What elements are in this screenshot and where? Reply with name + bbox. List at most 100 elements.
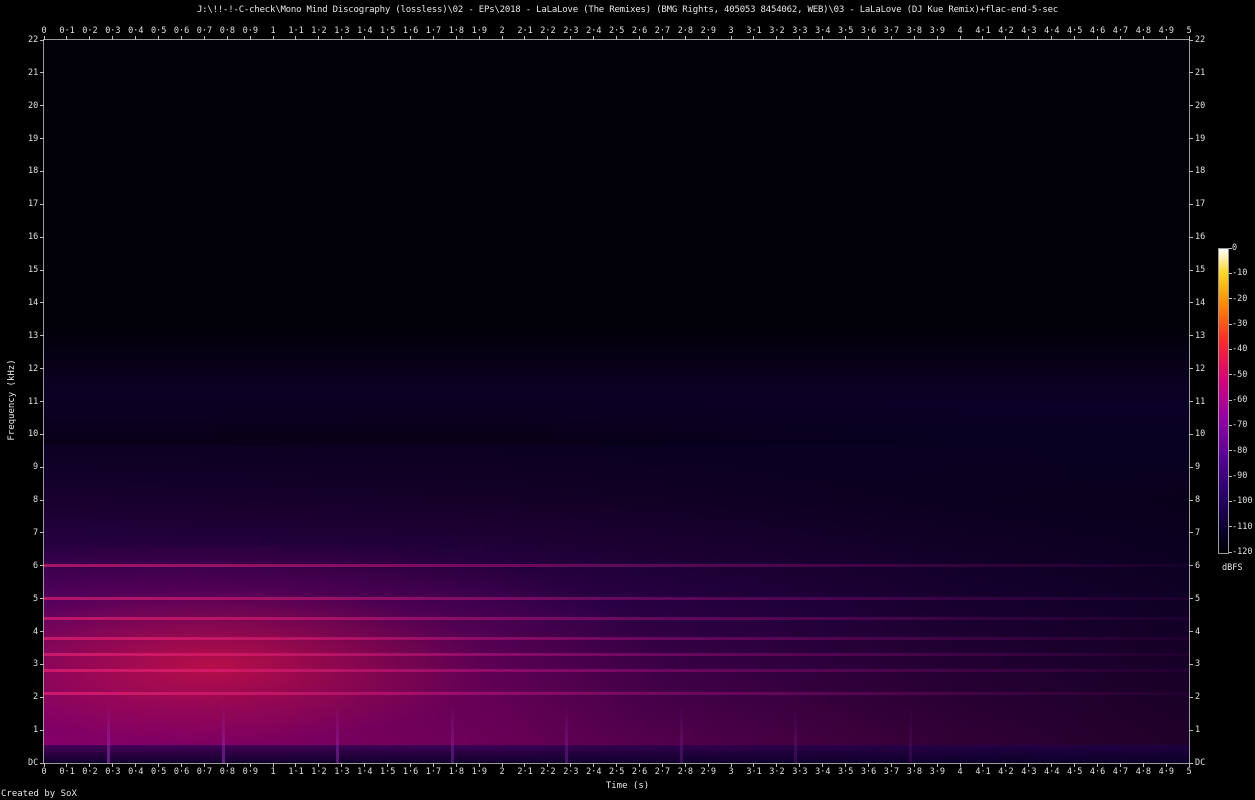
y-tick-mark — [1189, 368, 1193, 370]
transient-mark — [336, 705, 340, 763]
x-tick-label: 1·9 — [471, 767, 487, 777]
x-tick-label: 4·8 — [1135, 26, 1152, 36]
y-tick-label: 22 — [1195, 35, 1206, 45]
x-tick-label: 5 — [1186, 767, 1192, 777]
x-tick-label: 4·9 — [1158, 767, 1174, 777]
harmonic-band — [44, 597, 1189, 601]
y-tick-label: 12 — [1195, 363, 1206, 374]
y-tick-label: DC — [28, 758, 39, 768]
x-tick-label: 1·4 — [357, 26, 373, 36]
y-tick-mark — [40, 532, 44, 534]
x-tick-mark — [1142, 36, 1144, 40]
x-tick-label: 4·6 — [1089, 26, 1106, 36]
y-tick-label: 19 — [1195, 133, 1206, 144]
x-tick-label: 2·7 — [654, 767, 671, 777]
x-tick-mark — [982, 36, 984, 40]
x-tick-mark — [501, 36, 503, 40]
y-tick-mark — [1189, 138, 1193, 140]
y-tick-mark — [40, 565, 44, 567]
y-tick-mark — [1189, 466, 1193, 468]
y-tick-mark — [1189, 236, 1193, 238]
y-tick-label: 5 — [33, 593, 39, 604]
x-axis-label: Time (s) — [605, 781, 650, 791]
y-tick-mark — [40, 203, 44, 205]
transient-mark — [565, 705, 569, 763]
y-tick-mark — [1189, 433, 1193, 435]
y-tick-label: 16 — [1195, 232, 1206, 243]
y-tick-mark — [40, 433, 44, 435]
y-tick-label: 12 — [28, 363, 39, 374]
x-tick-mark — [341, 36, 343, 40]
x-tick-label: 3·1 — [746, 767, 762, 777]
x-tick-label: 2·4 — [586, 26, 602, 36]
x-tick-label: 4·5 — [1067, 767, 1083, 777]
colorbar-tick-label: 0 — [1232, 243, 1238, 253]
x-tick-mark — [776, 36, 778, 40]
dc-dark-strip — [44, 744, 1189, 763]
transient-mark — [107, 705, 111, 763]
x-tick-label: 3·6 — [860, 767, 877, 777]
y-tick-mark — [1189, 39, 1193, 41]
y-tick-mark — [40, 269, 44, 271]
x-tick-label: 0·6 — [173, 767, 190, 777]
x-tick-label: 2·1 — [517, 26, 533, 36]
x-tick-label: 2·5 — [609, 767, 625, 777]
x-tick-mark — [1165, 36, 1167, 40]
transient-mark — [450, 705, 454, 763]
y-tick-label: 7 — [1195, 527, 1201, 538]
transient-mark — [908, 705, 912, 763]
x-tick-label: 2·5 — [609, 26, 625, 36]
y-tick-label: 18 — [1195, 166, 1206, 177]
colorbar-tick-label: -110 — [1232, 521, 1253, 532]
y-tick-mark — [1189, 335, 1193, 337]
x-tick-label: 0·1 — [59, 26, 75, 36]
x-tick-label: 3 — [728, 26, 734, 36]
x-tick-label: 0·6 — [173, 26, 190, 36]
x-tick-label: 4·9 — [1158, 26, 1174, 36]
y-tick-label: 8 — [33, 495, 39, 506]
x-tick-label: 2·8 — [677, 767, 694, 777]
x-tick-label: 4·7 — [1112, 26, 1129, 36]
x-tick-label: 0·8 — [219, 767, 236, 777]
colorbar-tick-label: -60 — [1232, 395, 1248, 405]
x-tick-mark — [455, 36, 457, 40]
y-tick-mark — [40, 39, 44, 41]
y-axis-label: Frequency (kHz) — [7, 359, 17, 441]
x-tick-mark — [959, 36, 961, 40]
x-tick-label: 1·9 — [471, 26, 487, 36]
x-tick-label: 0·8 — [219, 26, 236, 36]
x-tick-mark — [1028, 36, 1030, 40]
y-tick-label: 14 — [1195, 297, 1206, 308]
x-tick-mark — [707, 36, 709, 40]
x-tick-mark — [1074, 36, 1075, 40]
x-tick-label: 1·2 — [311, 26, 327, 36]
y-tick-label: 20 — [1195, 100, 1206, 111]
x-tick-mark — [1005, 36, 1007, 40]
y-tick-mark — [1189, 729, 1193, 731]
y-tick-label: 7 — [33, 527, 39, 538]
harmonic-band — [44, 653, 1189, 657]
x-tick-label: 3·2 — [769, 767, 785, 777]
x-tick-label: 2·2 — [540, 767, 556, 777]
transient-mark — [221, 705, 225, 763]
x-tick-label: 2·9 — [700, 767, 716, 777]
x-tick-label: 4·1 — [975, 26, 991, 36]
y-tick-mark — [40, 663, 44, 665]
y-tick-label: 9 — [33, 462, 39, 473]
x-tick-label: 2·7 — [654, 26, 671, 36]
y-tick-label: 10 — [1195, 429, 1206, 440]
y-tick-label: 21 — [1195, 67, 1206, 78]
x-tick-label: 1·5 — [380, 26, 396, 36]
y-tick-label: 6 — [33, 560, 39, 571]
x-tick-mark — [272, 36, 274, 40]
y-tick-mark — [40, 598, 44, 600]
x-tick-label: 1·3 — [334, 26, 350, 36]
x-tick-mark — [1096, 36, 1098, 40]
x-tick-mark — [684, 36, 686, 40]
x-tick-label: 0·3 — [105, 26, 121, 36]
y-tick-mark — [1189, 631, 1193, 633]
y-tick-label: DC — [1195, 758, 1206, 768]
x-tick-label: 5 — [1186, 26, 1192, 36]
x-tick-label: 1·3 — [334, 767, 350, 777]
y-tick-mark — [1189, 269, 1193, 271]
